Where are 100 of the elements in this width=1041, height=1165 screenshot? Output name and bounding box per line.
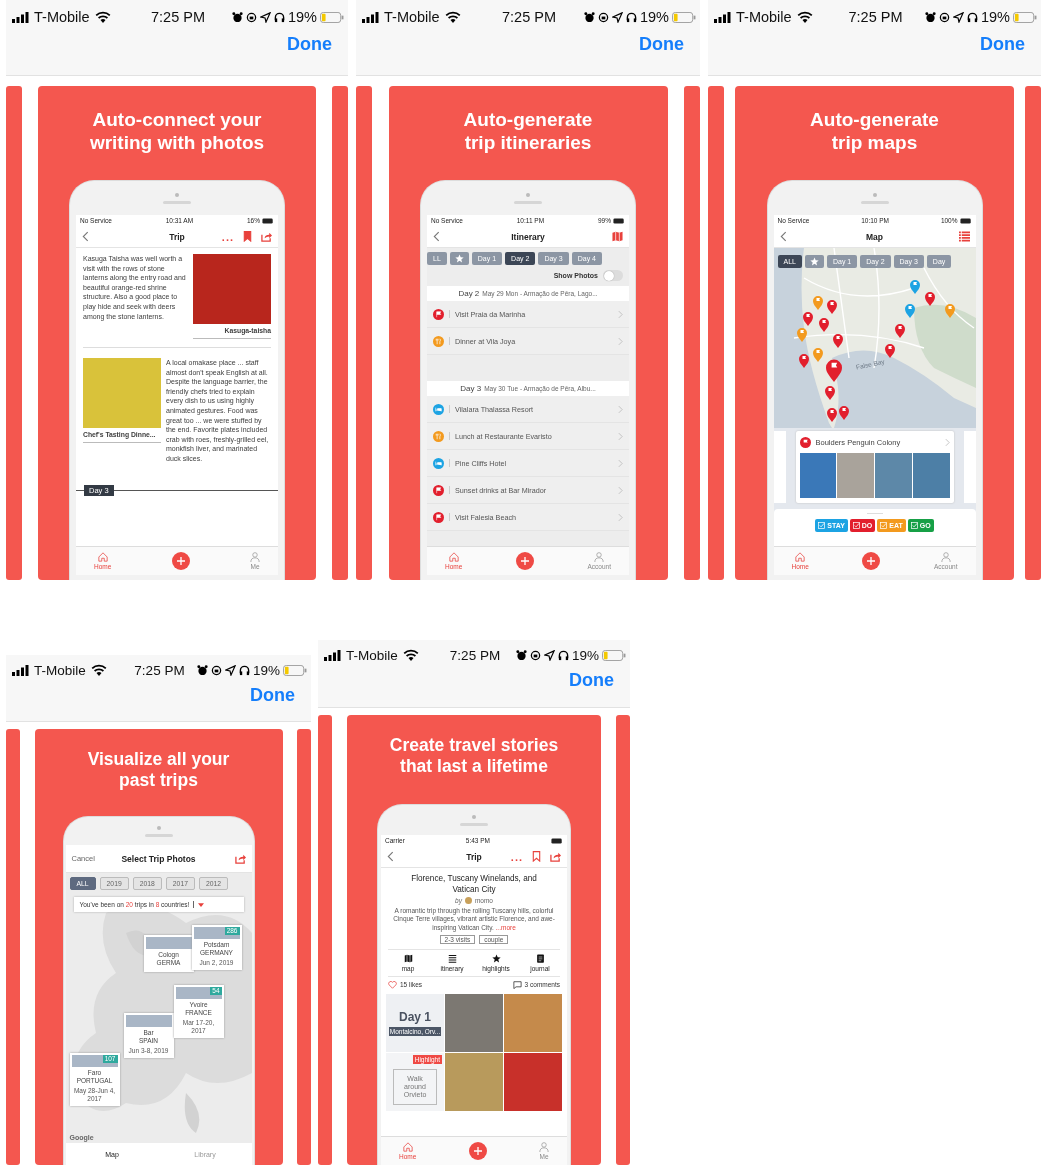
map-pin[interactable] (909, 280, 920, 294)
rotation-lock-icon (529, 649, 541, 661)
map-pin[interactable] (825, 359, 842, 382)
house-icon (448, 552, 459, 562)
plus-icon (472, 1146, 483, 1156)
done-button[interactable]: Done (980, 34, 1025, 55)
battery-icon (959, 217, 972, 224)
map-pin[interactable] (812, 348, 823, 362)
screen-title: Trip (169, 231, 185, 242)
map-pin[interactable] (818, 318, 829, 332)
bed-icon (433, 457, 444, 469)
battery-icon (551, 837, 563, 844)
add-button[interactable] (862, 552, 881, 570)
alarm-clock-icon (231, 11, 243, 23)
house-icon (795, 552, 806, 562)
wifi-icon (796, 11, 813, 23)
map-icon (403, 953, 413, 963)
map-pin[interactable] (802, 312, 813, 326)
more-button[interactable]: ... (510, 852, 523, 861)
map-pin[interactable] (838, 406, 849, 420)
share-icon[interactable] (550, 851, 561, 862)
flag-icon (433, 308, 444, 320)
map-pin[interactable] (796, 328, 807, 342)
chevron-icon (618, 485, 623, 495)
add-button[interactable] (468, 1142, 487, 1160)
fork-knife-icon (433, 335, 444, 347)
map-pin[interactable] (832, 334, 843, 348)
chevron-icon (618, 458, 623, 468)
carrier-name: T-Mobile (346, 647, 398, 663)
phone-camera (472, 814, 476, 819)
done-button[interactable]: Done (569, 670, 614, 691)
battery-percent: 19% (287, 9, 317, 25)
plus-icon (519, 556, 530, 566)
flag-icon (799, 436, 811, 448)
bookmark-icon[interactable] (242, 231, 253, 242)
signal-icon (362, 11, 379, 23)
chevron-icon (944, 437, 950, 447)
location-arrow-icon (224, 664, 236, 676)
person-icon (250, 552, 260, 562)
battery-icon (613, 217, 625, 224)
feature-headline: Auto-generate trip itineraries (462, 108, 594, 154)
chevron-icon (618, 309, 623, 319)
phone-camera (526, 192, 530, 197)
battery-icon (1013, 11, 1037, 23)
photo-placeholder (145, 937, 192, 949)
map-pin[interactable] (894, 324, 905, 338)
back-icon[interactable] (433, 231, 440, 242)
caret-icon[interactable] (198, 902, 205, 907)
back-icon[interactable] (387, 851, 394, 862)
feature-headline: Create travel stories that last a lifetime (388, 735, 560, 777)
wifi-icon (444, 11, 461, 23)
signal-icon (714, 11, 731, 23)
more-button[interactable]: ... (221, 232, 234, 241)
heart-icon[interactable] (388, 980, 397, 989)
map-pin[interactable] (924, 292, 935, 306)
map-pin[interactable] (904, 304, 915, 318)
share-icon[interactable] (234, 853, 246, 864)
photo-placeholder (875, 453, 912, 498)
map-pin[interactable] (824, 386, 835, 400)
wifi-icon (90, 664, 107, 676)
screen-title: Select Trip Photos (121, 853, 196, 864)
signal-icon (12, 664, 29, 676)
rotation-lock-icon (597, 11, 609, 23)
map-pin[interactable] (812, 296, 823, 310)
status-time: 7:25 PM (848, 9, 903, 25)
done-button[interactable]: Done (250, 685, 295, 706)
person-icon (539, 1142, 549, 1152)
done-button[interactable]: Done (639, 34, 684, 55)
share-icon[interactable] (261, 231, 272, 242)
map-pin[interactable] (798, 354, 809, 368)
map-pin[interactable] (884, 344, 895, 358)
done-button[interactable]: Done (287, 34, 332, 55)
show-photos-switch[interactable] (603, 270, 623, 281)
signal-icon (12, 11, 29, 23)
person-icon (594, 552, 605, 562)
feature-headline: Auto-connect your writing with photos (88, 108, 266, 154)
comment-icon[interactable] (512, 980, 522, 989)
photo-placeholder (912, 453, 950, 498)
signal-icon (324, 649, 341, 661)
back-icon[interactable] (779, 231, 787, 242)
map-pin[interactable] (826, 408, 837, 422)
map-pin[interactable] (826, 300, 837, 314)
carrier-name: T-Mobile (34, 9, 90, 25)
favorites-tab[interactable] (449, 252, 469, 265)
list-icon[interactable] (958, 231, 970, 242)
house-icon (402, 1142, 413, 1152)
map-icon[interactable] (612, 231, 623, 242)
photo-placeholder (799, 453, 837, 498)
phone-camera (872, 192, 877, 197)
back-icon[interactable] (82, 231, 89, 242)
add-button[interactable] (171, 552, 190, 570)
flag-icon (433, 484, 444, 496)
wifi-icon (402, 649, 419, 661)
bookmark-icon[interactable] (531, 851, 542, 862)
screen-title: Map (866, 231, 883, 242)
map-pin[interactable] (944, 304, 955, 318)
battery-icon (262, 217, 274, 224)
location-arrow-icon (259, 11, 271, 23)
add-button[interactable] (515, 552, 534, 570)
list-icon (447, 953, 457, 963)
